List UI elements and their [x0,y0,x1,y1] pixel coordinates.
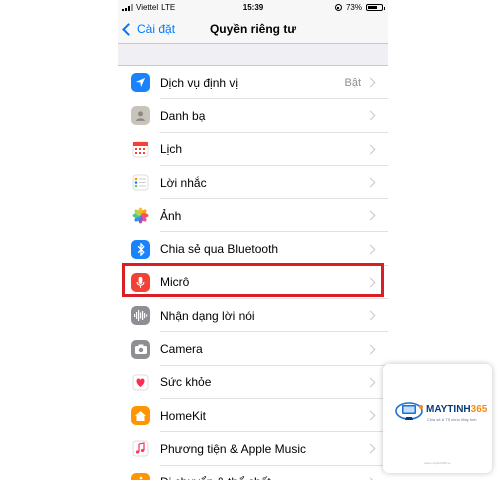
home-icon [131,406,150,426]
chevron-right-icon [365,177,376,188]
status-right: 73% [334,3,385,12]
settings-row[interactable]: Danh bạ [118,99,388,133]
settings-row[interactable]: Dịch vụ định vị Bật [118,66,388,100]
status-bar: Viettel LTE 15:39 73% [118,0,388,16]
music-note-icon [131,439,150,459]
settings-row[interactable]: Di chuyển & thể chất [118,466,388,480]
settings-row-label: Lời nhắc [160,175,207,190]
settings-row-label: Nhận dạng lời nói [160,308,255,323]
calendar-icon [131,139,150,159]
settings-row[interactable]: HomeKit [118,399,388,433]
settings-row-label: Dịch vụ định vị [160,75,239,90]
settings-row[interactable]: Phương tiện & Apple Music [118,432,388,466]
contacts-icon [131,106,150,126]
battery-fill [368,6,378,9]
settings-row-label: HomeKit [160,408,207,423]
settings-row-label: Camera [160,342,203,357]
chevron-right-icon [365,144,376,155]
settings-row[interactable]: Ảnh [118,199,388,233]
chevron-right-icon [365,244,376,255]
page-title: Quyền riêng tư [209,22,297,36]
chevron-right-icon [365,410,376,421]
chevron-right-icon [365,210,376,221]
settings-row-label: Di chuyển & thể chất [160,475,367,480]
watermark-logo-card: MAYTINH365 Chia sẻ & Tổ chức Máy tính ww… [383,364,492,473]
battery-percent: 73% [345,3,362,12]
ios-screen: Viettel LTE 15:39 73% Cài đặt Quyền riên… [118,0,388,480]
reminders-icon [131,173,150,193]
settings-row[interactable]: Camera [118,332,388,366]
brand-tagline: Chia sẻ & Tổ chức Máy tính [427,417,477,422]
chevron-right-icon [365,377,376,388]
settings-row-value: Bật [344,76,361,89]
chevron-right-icon [365,77,376,88]
motion-icon [131,472,150,480]
brand-text: MAYTINH [426,404,471,415]
navigation-bar: Cài đặt Quyền riêng tư [118,16,388,44]
settings-row-label: Sức khỏe [160,375,212,390]
settings-row-label: Phương tiện & Apple Music [160,441,306,456]
battery-icon [366,4,385,11]
settings-row-label: Danh bạ [160,108,206,123]
settings-row-label: Lịch [160,142,183,157]
brand-url: www.maytinh365.vn [424,461,451,465]
settings-row-label: Chia sẻ qua Bluetooth [160,242,279,257]
health-heart-icon [131,372,150,392]
orientation-lock-icon [334,4,342,11]
settings-row[interactable]: Lời nhắc [118,166,388,200]
waveform-icon [131,306,150,326]
chevron-right-icon [365,344,376,354]
chevron-right-icon [365,443,376,454]
brand-name: MAYTINH365 [426,404,487,415]
settings-row[interactable]: Nhận dạng lời nói [118,299,388,333]
camera-icon [131,339,150,359]
settings-row[interactable]: Chia sẻ qua Bluetooth [118,232,388,266]
location-arrow-icon [131,73,150,93]
chevron-right-icon [365,110,376,121]
settings-row[interactable]: Lịch [118,133,388,166]
chevron-right-icon [365,310,376,321]
highlight-box [122,263,384,297]
settings-row-label: Ảnh [160,208,182,223]
brand-number: 365 [470,404,488,415]
maytinh365-logo-icon [395,402,423,420]
settings-row[interactable]: Sức khỏe [118,366,388,399]
bluetooth-icon [131,239,150,259]
photos-icon [131,206,150,226]
